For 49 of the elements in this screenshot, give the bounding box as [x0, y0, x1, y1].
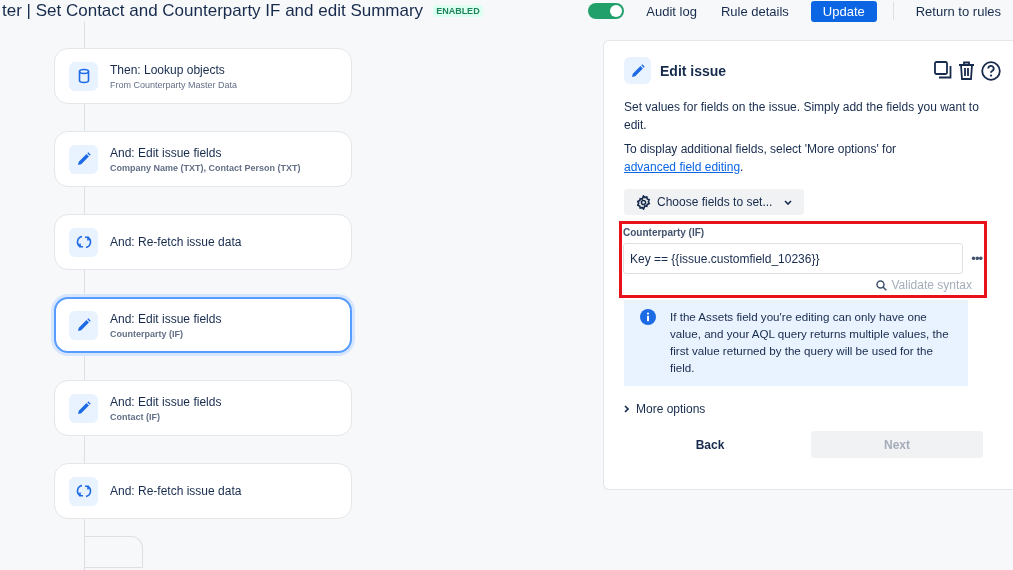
panel-title: Edit issue [660, 62, 728, 79]
step-title: And: Edit issue fields [110, 394, 222, 409]
step-title: And: Re-fetch issue data [110, 484, 242, 498]
aql-input-field[interactable]: Key == {{issue.customfield_10236}} [623, 243, 964, 274]
chevron-down-icon [784, 199, 793, 205]
refresh-icon [75, 234, 92, 250]
step-subtitle: Contact (IF) [110, 411, 161, 422]
pencil-icon [630, 63, 645, 78]
automation-step-card[interactable]: And: Edit issue fields Counterparty (IF) [54, 297, 352, 353]
automation-step-card[interactable]: And: Re-fetch issue data [54, 463, 352, 519]
search-icon [875, 279, 887, 291]
step-subtitle: Counterparty (IF) [110, 328, 184, 339]
step-title: And: Re-fetch issue data [110, 235, 242, 249]
automation-step-card[interactable]: And: Edit issue fields Company Name (TXT), Contact Person (TXT) [54, 131, 352, 187]
rule-title: ter | Set Contact and Counterparty IF and edit Summary [2, 1, 424, 21]
panel-hint: To display additional fields, select 'More options' for advanced field editing. [624, 141, 898, 176]
automation-step-card[interactable]: And: Re-fetch issue data [54, 214, 352, 270]
choose-fields-button[interactable]: Choose fields to set... [624, 189, 805, 215]
copy-icon[interactable] [934, 60, 952, 79]
refresh-icon [75, 483, 92, 499]
pencil-icon [76, 401, 91, 415]
return-link[interactable]: Return to rules [903, 3, 1013, 19]
header-link[interactable]: Rule details [708, 3, 801, 19]
panel-description: Set values for fields on the issue. Simply add the fields you want to edit. [624, 99, 980, 134]
info-text: If the Assets field you're editing can only have one value, and your AQL query returns multiple values, the first value returned by the query will be used for the field. [670, 309, 950, 376]
pencil-icon [76, 318, 91, 332]
back-button[interactable]: Back [624, 431, 796, 458]
step-subtitle: Company Name (TXT), Contact Person (TXT) [110, 162, 301, 173]
info-icon [640, 309, 656, 325]
step-title: And: Edit issue fields [110, 311, 222, 326]
step-title: Then: Lookup objects [110, 62, 226, 77]
automation-step-card[interactable]: Then: Lookup objects From Counterparty Master Data [54, 48, 352, 104]
add-step-node[interactable] [84, 536, 143, 568]
automation-step-card[interactable]: And: Edit issue fields Contact (IF) [54, 380, 352, 436]
step-subtitle: From Counterparty Master Data [110, 79, 238, 90]
help-icon[interactable] [981, 60, 1001, 81]
update-button[interactable]: Update [810, 0, 877, 22]
enabled-toggle[interactable] [588, 3, 625, 19]
more-actions-button[interactable]: ••• [971, 251, 982, 266]
field-label: Counterparty (IF) [623, 227, 706, 238]
chevron-right-icon [624, 405, 629, 413]
header-link[interactable]: Audit log [634, 3, 709, 19]
step-title: And: Edit issue fields [110, 145, 223, 160]
pencil-icon [76, 152, 91, 166]
status-label: ENABLED [433, 5, 483, 17]
more-options-toggle[interactable]: More options [624, 402, 706, 416]
trash-icon[interactable] [958, 60, 975, 80]
gear-icon [636, 194, 651, 210]
database-icon [77, 68, 90, 84]
